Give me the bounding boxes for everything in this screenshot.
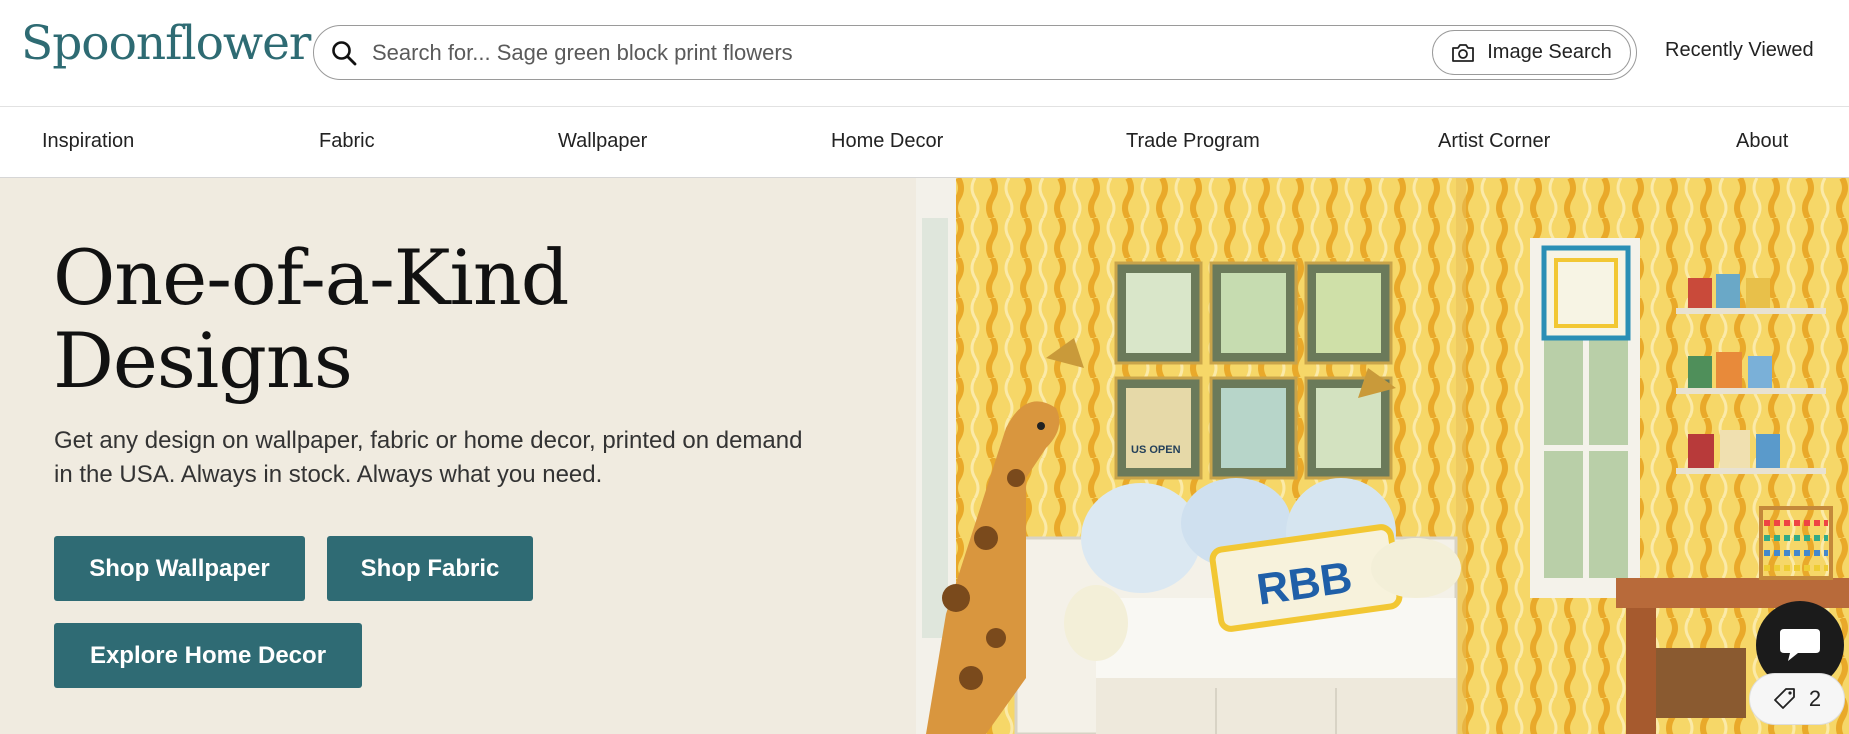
nav-item-home-decor[interactable]: Home Decor bbox=[831, 130, 943, 153]
cart-count: 2 bbox=[1808, 686, 1822, 711]
nursery-room-illustration: US OPEN RBB bbox=[916, 178, 1849, 734]
nav-item-about[interactable]: About bbox=[1736, 130, 1788, 153]
site-header: Spoonflower Image Search Recently Viewed bbox=[0, 0, 1849, 107]
search-icon[interactable] bbox=[330, 39, 358, 67]
cart-tag-widget[interactable]: 2 bbox=[1749, 673, 1845, 725]
nav-item-wallpaper[interactable]: Wallpaper bbox=[558, 130, 647, 153]
camera-icon bbox=[1452, 43, 1475, 62]
poster-text: US OPEN bbox=[1131, 444, 1181, 456]
hero-title: One-of-a-Kind Designs bbox=[53, 233, 569, 405]
spoonflower-logo[interactable]: Spoonflower bbox=[21, 16, 311, 71]
shop-fabric-button[interactable]: Shop Fabric bbox=[327, 536, 533, 601]
image-search-button[interactable]: Image Search bbox=[1432, 30, 1631, 75]
main-nav: Inspiration Fabric Wallpaper Home Decor … bbox=[0, 108, 1849, 178]
search-bar[interactable]: Image Search bbox=[313, 25, 1637, 80]
image-search-label: Image Search bbox=[1487, 41, 1612, 63]
nav-item-trade-program[interactable]: Trade Program bbox=[1126, 130, 1260, 153]
recently-viewed-link[interactable]: Recently Viewed bbox=[1665, 39, 1814, 62]
nav-item-artist-corner[interactable]: Artist Corner bbox=[1438, 130, 1550, 153]
nav-item-inspiration[interactable]: Inspiration bbox=[42, 130, 134, 153]
shop-wallpaper-button[interactable]: Shop Wallpaper bbox=[54, 536, 305, 601]
search-input[interactable] bbox=[372, 34, 1372, 72]
chat-bubble-icon bbox=[1780, 629, 1820, 661]
hero-subtitle: Get any design on wallpaper, fabric or h… bbox=[54, 427, 803, 488]
explore-home-decor-button[interactable]: Explore Home Decor bbox=[54, 623, 362, 688]
nav-item-fabric[interactable]: Fabric bbox=[319, 130, 375, 153]
hero-image: US OPEN RBB bbox=[916, 178, 1849, 734]
tag-icon bbox=[1773, 688, 1795, 709]
